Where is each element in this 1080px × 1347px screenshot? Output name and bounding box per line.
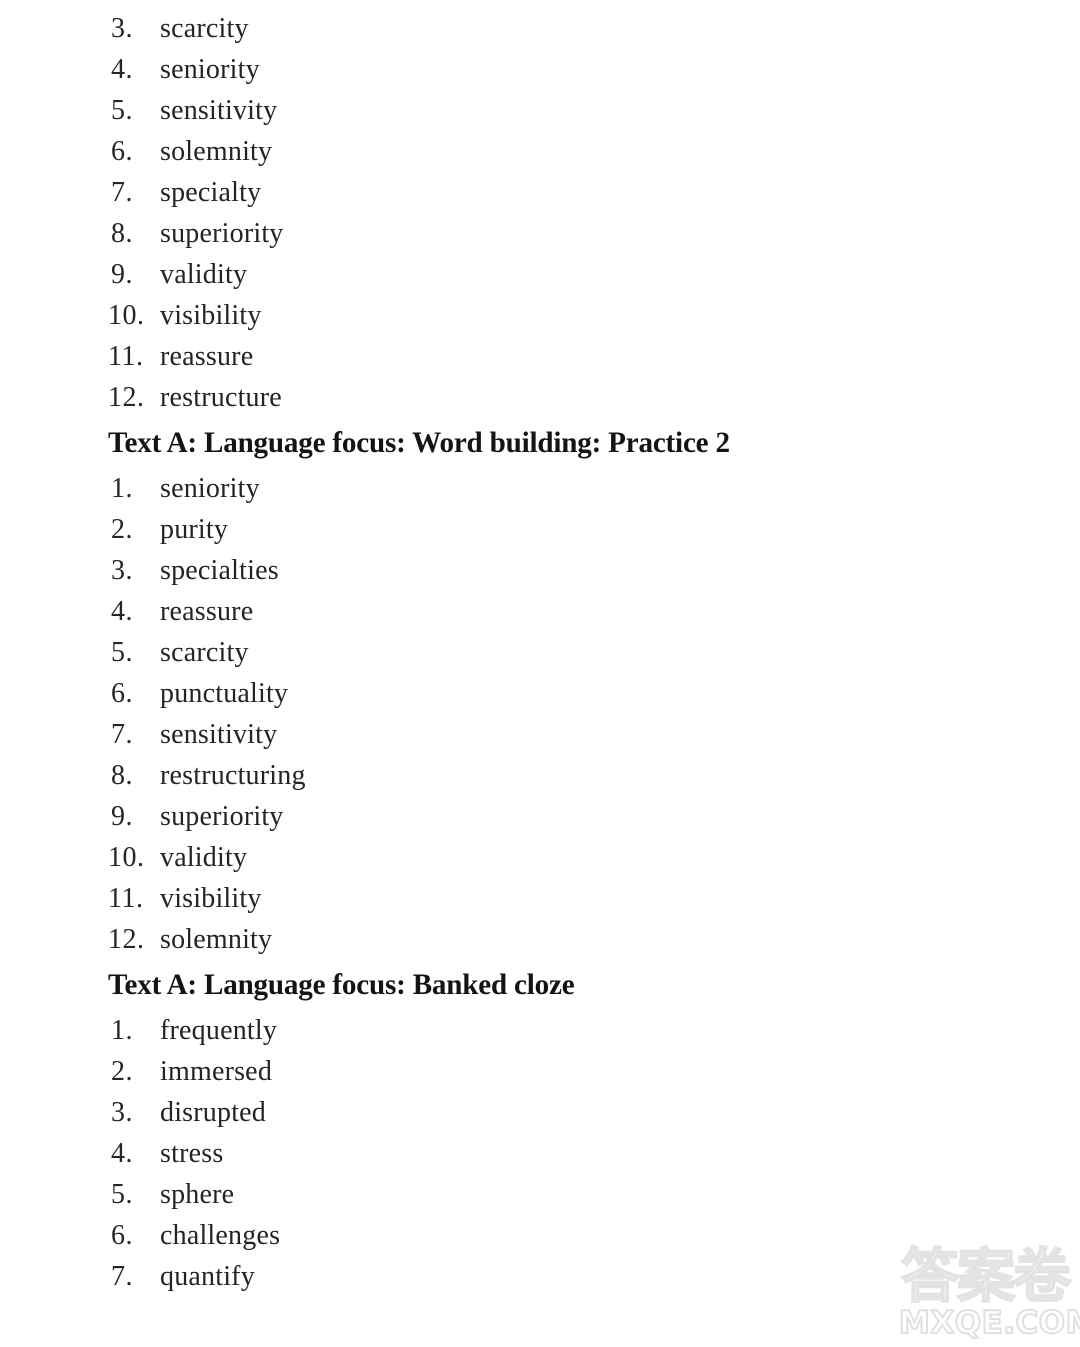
- list-item-number: 7.: [111, 719, 133, 750]
- watermark-domain-text: MXQE.COM: [898, 1304, 1080, 1342]
- list-item: 6. punctuality: [108, 673, 968, 714]
- list-item-number: 12.: [108, 382, 145, 413]
- word-building-practice-2-answers: 1. seniority 2. purity 3. specialties 4. reassu…: [108, 468, 968, 960]
- list-item: 2. immersed: [108, 1051, 968, 1092]
- list-item: 2. purity: [108, 509, 968, 550]
- list-item-number: 4.: [111, 596, 133, 627]
- document-page: 3. scarcity 4. seniority 5. sensitivity 6. sole…: [0, 0, 1080, 1347]
- list-item: 7. specialty: [108, 172, 968, 213]
- list-item: 11. visibility: [108, 878, 968, 919]
- list-item: 10. visibility: [108, 295, 968, 336]
- list-item-word: reassure: [160, 341, 254, 372]
- list-item: 12. solemnity: [108, 919, 968, 960]
- list-item: 1. seniority: [108, 468, 968, 509]
- list-item: 4. reassure: [108, 591, 968, 632]
- list-item: 5. sphere: [108, 1174, 968, 1215]
- heading-banked-cloze: Text A: Language focus: Banked cloze: [108, 968, 575, 1001]
- list-item: 4. seniority: [108, 49, 968, 90]
- list-item: 11. reassure: [108, 336, 968, 377]
- list-item-word: disrupted: [160, 1097, 267, 1128]
- list-item-number: 8.: [111, 218, 133, 249]
- list-item-number: 1.: [111, 473, 133, 504]
- list-item-number: 12.: [108, 924, 145, 955]
- list-item-number: 7.: [111, 177, 133, 208]
- list-item: 9. superiority: [108, 796, 968, 837]
- list-item: 8. restructuring: [108, 755, 968, 796]
- list-item: 3. scarcity: [108, 8, 968, 49]
- list-item-number: 6.: [111, 136, 133, 167]
- list-item-number: 10.: [108, 300, 145, 331]
- list-item-number: 4.: [111, 54, 133, 85]
- word-building-practice-1-continued: 3. scarcity 4. seniority 5. sensitivity 6. sole…: [108, 8, 968, 418]
- heading-word-building-practice-2: Text A: Language focus: Word building: P…: [108, 426, 730, 459]
- list-item-number: 6.: [111, 678, 133, 709]
- list-item-word: seniority: [160, 54, 260, 85]
- list-item: 7. sensitivity: [108, 714, 968, 755]
- list-item: 5. sensitivity: [108, 90, 968, 131]
- list-item-word: punctuality: [160, 678, 289, 709]
- list-item: 3. disrupted: [108, 1092, 968, 1133]
- list-item-number: 5.: [111, 1179, 133, 1210]
- list-item-number: 9.: [111, 259, 133, 290]
- answer-key-content: 3. scarcity 4. seniority 5. sensitivity 6. sole…: [108, 8, 968, 1297]
- list-item: 10. validity: [108, 837, 968, 878]
- list-item-word: superiority: [160, 801, 284, 832]
- list-item-number: 8.: [111, 760, 133, 791]
- list-item-word: scarcity: [160, 13, 249, 44]
- list-item-number: 9.: [111, 801, 133, 832]
- list-item-number: 4.: [111, 1138, 133, 1169]
- list-item-number: 2.: [111, 514, 133, 545]
- list-item-word: visibility: [160, 883, 262, 914]
- list-item: 8. superiority: [108, 213, 968, 254]
- list-item: 4. stress: [108, 1133, 968, 1174]
- list-item-word: restructure: [160, 382, 282, 413]
- list-item-word: sphere: [160, 1179, 235, 1210]
- list-item-word: validity: [160, 842, 248, 873]
- list-item-number: 11.: [108, 883, 144, 914]
- list-item-number: 3.: [111, 13, 133, 44]
- list-item: 6. solemnity: [108, 131, 968, 172]
- list-item: 9. validity: [108, 254, 968, 295]
- list-item: 5. scarcity: [108, 632, 968, 673]
- list-item: 1. frequently: [108, 1010, 968, 1051]
- list-item-number: 7.: [111, 1261, 133, 1292]
- list-item-word: specialties: [160, 555, 279, 586]
- list-item-number: 2.: [111, 1056, 133, 1087]
- list-item-number: 10.: [108, 842, 145, 873]
- list-item: 3. specialties: [108, 550, 968, 591]
- list-item-word: stress: [160, 1138, 224, 1169]
- list-item-word: specialty: [160, 177, 262, 208]
- list-item: 12. restructure: [108, 377, 968, 418]
- list-item-word: quantify: [160, 1261, 255, 1292]
- list-item-number: 3.: [111, 1097, 133, 1128]
- list-item-word: frequently: [160, 1015, 278, 1046]
- list-item-word: visibility: [160, 300, 262, 331]
- list-item-word: solemnity: [160, 924, 273, 955]
- list-item-number: 11.: [108, 341, 144, 372]
- list-item-number: 5.: [111, 637, 133, 668]
- list-item-word: seniority: [160, 473, 260, 504]
- list-item: 7. quantify: [108, 1256, 968, 1297]
- list-item-word: immersed: [160, 1056, 273, 1087]
- list-item-word: restructuring: [160, 760, 306, 791]
- list-item-word: solemnity: [160, 136, 273, 167]
- list-item: 6. challenges: [108, 1215, 968, 1256]
- list-item-number: 3.: [111, 555, 133, 586]
- list-item-word: sensitivity: [160, 95, 278, 126]
- list-item-number: 1.: [111, 1015, 133, 1046]
- banked-cloze-answers: 1. frequently 2. immersed 3. disrupted 4. stres…: [108, 1010, 968, 1297]
- list-item-word: purity: [160, 514, 229, 545]
- list-item-number: 6.: [111, 1220, 133, 1251]
- list-item-word: challenges: [160, 1220, 281, 1251]
- list-item-word: reassure: [160, 596, 254, 627]
- list-item-number: 5.: [111, 95, 133, 126]
- list-item-word: validity: [160, 259, 248, 290]
- list-item-word: superiority: [160, 218, 284, 249]
- list-item-word: sensitivity: [160, 719, 278, 750]
- list-item-word: scarcity: [160, 637, 249, 668]
